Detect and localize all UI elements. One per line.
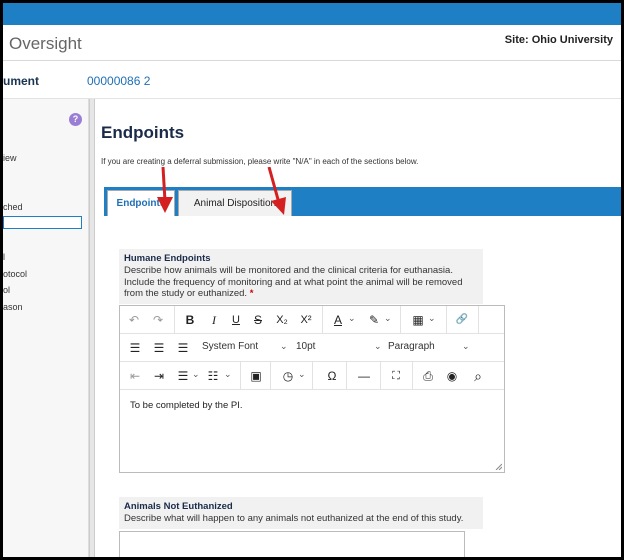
chevron-down-icon[interactable]: ⌄ <box>192 369 200 380</box>
humane-endpoints-description: Describe how animals will be monitored a… <box>124 265 463 299</box>
sidebar-item-protocol[interactable]: otocol <box>3 269 27 279</box>
indent-icon[interactable]: ⇥ <box>152 367 166 385</box>
separator <box>400 306 401 334</box>
separator <box>346 362 347 390</box>
align-right-icon[interactable]: ☰ <box>176 339 190 357</box>
chevron-down-icon[interactable]: ⌄ <box>298 369 306 380</box>
chevron-down-icon[interactable]: ⌄ <box>428 313 436 324</box>
font-family-select[interactable]: System Font <box>202 341 258 352</box>
main-content: Endpoints If you are creating a deferral… <box>95 99 621 557</box>
underline-icon[interactable]: U <box>228 311 244 329</box>
toolbar-row-3: ⇤ ⇥ ☰ ⌄ ☷ ⌄ ▣ ◷ ⌄ Ω — ⛶ ⎙ ◉ ⌕ <box>120 362 504 390</box>
site-label: Site: Ohio University <box>504 34 613 46</box>
sidebar-item-reason[interactable]: ason <box>3 302 23 312</box>
help-icon[interactable]: ? <box>69 113 82 126</box>
separator <box>312 362 313 390</box>
align-center-icon[interactable]: ☰ <box>152 339 166 357</box>
print-icon[interactable]: ⎙ <box>420 367 436 385</box>
link-icon[interactable]: 🔗 <box>454 311 470 329</box>
humane-endpoints-label: Humane Endpoints <box>124 253 211 264</box>
align-left-icon[interactable]: ☰ <box>128 339 142 357</box>
animals-not-euthanized-editor[interactable] <box>119 531 465 557</box>
humane-endpoints-header: Humane Endpoints Describe how animals wi… <box>119 249 483 304</box>
font-size-select[interactable]: 10pt <box>296 341 315 352</box>
separator <box>270 362 271 390</box>
red-arrow-animal-disposition <box>267 167 286 215</box>
animals-not-euthanized-description: Describe what will happen to any animals… <box>124 513 464 524</box>
separator <box>380 362 381 390</box>
animals-not-euthanized-label: Animals Not Euthanized <box>124 501 233 512</box>
image-icon[interactable]: ▣ <box>248 367 264 385</box>
tab-bar: Endpoints Animal Disposition <box>104 187 621 216</box>
subscript-icon[interactable]: X₂ <box>272 311 292 329</box>
outdent-icon[interactable]: ⇤ <box>128 367 142 385</box>
numbered-list-icon[interactable]: ☷ <box>206 367 220 385</box>
block-format-select[interactable]: Paragraph <box>388 341 435 352</box>
sidebar-item-control[interactable]: ol <box>3 285 10 295</box>
search-icon[interactable]: ⌕ <box>470 367 486 385</box>
toolbar-row-1: ↶ ↷ B I U S X₂ X² A ⌄ ✎ ⌄ ▦ ⌄ 🔗 <box>120 306 504 334</box>
preview-icon[interactable]: ◉ <box>444 367 460 385</box>
chevron-down-icon[interactable]: ⌄ <box>384 313 392 324</box>
separator <box>478 306 479 334</box>
table-icon[interactable]: ▦ <box>410 311 426 329</box>
sidebar-item[interactable]: l <box>3 252 5 262</box>
chevron-down-icon[interactable]: ⌄ <box>374 341 382 352</box>
italic-icon[interactable]: I <box>206 311 222 329</box>
separator <box>412 362 413 390</box>
sidebar-item-selected[interactable] <box>3 216 82 229</box>
text-color-icon[interactable]: A <box>330 311 346 329</box>
chevron-down-icon[interactable]: ⌄ <box>462 341 470 352</box>
sidebar-item-review[interactable]: iew <box>3 153 17 163</box>
highlight-icon[interactable]: ✎ <box>366 311 382 329</box>
humane-endpoints-editor: ↶ ↷ B I U S X₂ X² A ⌄ ✎ ⌄ ▦ ⌄ 🔗 ☰ ☰ ☰ Sy… <box>119 305 505 473</box>
humane-endpoints-editor-text[interactable]: To be completed by the PI. <box>130 400 242 411</box>
undo-icon[interactable]: ↶ <box>126 311 142 329</box>
sidebar: ? iew ched l otocol ol ason <box>3 99 89 557</box>
chevron-down-icon[interactable]: ⌄ <box>224 369 232 380</box>
document-header: ument 00000086 2 <box>3 61 621 99</box>
required-marker: * <box>249 288 254 299</box>
special-char-icon[interactable]: Ω <box>324 367 340 385</box>
document-label: ument <box>3 74 39 88</box>
toolbar-row-2: ☰ ☰ ☰ System Font ⌄ 10pt ⌄ Paragraph ⌄ <box>120 334 504 362</box>
separator <box>446 306 447 334</box>
separator <box>174 306 175 334</box>
separator <box>322 306 323 334</box>
chevron-down-icon[interactable]: ⌄ <box>348 313 356 324</box>
resize-handle-icon[interactable] <box>494 462 502 470</box>
page-title: Endpoints <box>101 123 185 142</box>
superscript-icon[interactable]: X² <box>296 311 316 329</box>
app-header: Oversight Site: Ohio University <box>3 25 621 61</box>
bullet-list-icon[interactable]: ☰ <box>176 367 190 385</box>
document-number-link[interactable]: 00000086 2 <box>87 74 150 88</box>
fullscreen-icon[interactable]: ⛶ <box>388 367 404 385</box>
intro-text: If you are creating a deferral submissio… <box>101 157 419 166</box>
animals-not-euthanized-header: Animals Not Euthanized Describe what wil… <box>119 497 483 529</box>
strikethrough-icon[interactable]: S <box>250 311 266 329</box>
app-title: Oversight <box>9 34 82 53</box>
bold-icon[interactable]: B <box>182 311 198 329</box>
chevron-down-icon[interactable]: ⌄ <box>280 341 288 352</box>
screenshot-frame: Oversight Site: Ohio University ument 00… <box>0 0 624 560</box>
red-arrow-endpoints <box>157 167 173 213</box>
top-bar <box>3 3 621 25</box>
separator <box>240 362 241 390</box>
clock-icon[interactable]: ◷ <box>280 367 296 385</box>
sidebar-item-attached[interactable]: ched <box>3 202 23 212</box>
redo-icon[interactable]: ↷ <box>150 311 166 329</box>
horizontal-rule-icon[interactable]: — <box>356 367 372 385</box>
